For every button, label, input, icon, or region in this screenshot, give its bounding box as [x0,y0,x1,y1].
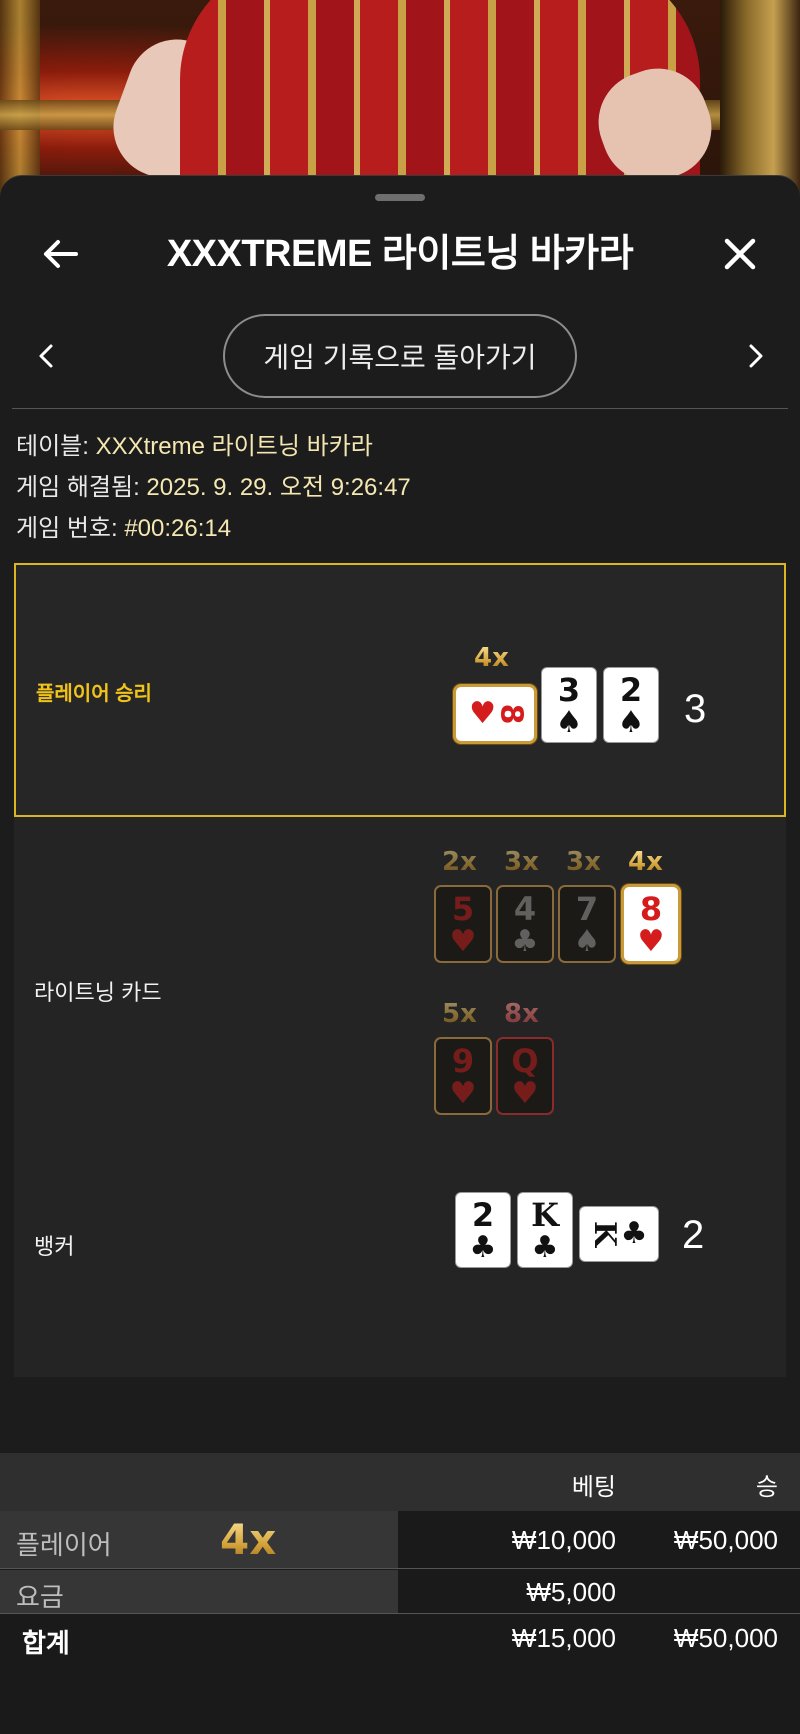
next-round-button[interactable] [736,332,776,380]
card-suit: ♥ [449,1076,477,1111]
card-suit: ♣ [531,1230,559,1265]
close-icon [724,238,756,270]
table-value: XXXtreme 라이트닝 바카라 [95,433,373,460]
divider [12,408,788,409]
lightning-multiplier: 8x [504,999,539,1029]
bet-amount: ₩10,000 [511,1525,616,1555]
banker-result-panel: 뱅커 2 ♣ K ♣ K ♣ 2 [14,1127,786,1377]
page-title: XXXTREME 라이트닝 바카라 [166,233,634,275]
chevron-left-icon [39,344,53,368]
lightning-multiplier-active: 4x [628,847,663,877]
sheet-grabber[interactable] [375,194,425,201]
banker-card: 2 ♣ [456,1193,510,1267]
card-suit: ♠ [555,705,583,740]
card-rank: K [586,1220,622,1248]
lightning-cards-label: 라이트닝 카드 [34,980,162,1005]
lightning-card-active: 8 ♥ [624,887,678,961]
card-rank: 2 [471,1196,495,1234]
lightning-multiplier: 2x [442,847,477,877]
player-card: 2 ♠ [604,668,658,742]
card-suit: ♠ [617,705,645,740]
player-card: 3 ♠ [542,668,596,742]
lightning-multiplier: 3x [504,847,539,877]
player-win-label: 플레이어 승리 [36,683,152,705]
bet-name: 요금 [16,1582,64,1612]
bet-amount: ₩5,000 [526,1577,616,1607]
lightning-card: 9 ♥ [436,1039,490,1113]
card-rank: 4 [513,890,537,928]
card-suit: ♣ [511,924,539,959]
card-suit: ♠ [573,924,601,959]
card-rank: 8 [493,703,529,725]
player-result-panel: 플레이어 승리 4x ♥ 8 3 ♠ 2 ♠ 3 [14,563,786,817]
table-row-total: 합계 ₩15,000 ₩50,000 [0,1615,800,1665]
table-info-line: 테이블: XXXtreme 라이트닝 바카라 [16,426,411,467]
player-score: 3 [684,687,707,731]
total-bet-amount: ₩15,000 [511,1623,616,1653]
back-button[interactable] [36,230,84,278]
resolved-label: 게임 해결됨: [16,474,140,501]
card-rank: 2 [619,671,643,709]
total-label: 합계 [22,1628,70,1658]
lightning-multiplier: 3x [566,847,601,877]
banker-label: 뱅커 [34,1234,75,1259]
bets-table-header: 베팅 승 [0,1453,800,1511]
close-button[interactable] [716,230,764,278]
chevron-right-icon [749,344,763,368]
lightning-card: 5 ♥ [436,887,490,961]
game-number-value: #00:26:14 [124,515,232,542]
win-amount: ₩50,000 [673,1525,778,1555]
lightning-card: 4 ♣ [498,887,552,961]
card-rank: 7 [575,890,599,928]
bet-name: 플레이어 [16,1530,112,1560]
card-suit: ♥ [637,924,665,959]
win-column-header: 승 [755,1474,778,1501]
player-card-multiplier: 4x [474,643,509,673]
lightning-card: 7 ♠ [560,887,614,961]
card-rank: K [531,1196,559,1234]
banker-card-side: K ♣ [580,1207,658,1261]
lightning-card: Q ♥ [498,1039,552,1113]
previous-round-button[interactable] [26,332,66,380]
sheet-header: XXXTREME 라이트닝 바카라 [0,216,800,296]
back-to-history-button[interactable]: 게임 기록으로 돌아가기 [223,314,577,398]
lightning-cards-panel: 라이트닝 카드 2x 5 ♥ 3x 4 ♣ 3x 7 ♠ 4x 8 ♥ 5x 9… [14,817,786,1127]
resolved-value: 2025. 9. 29. 오전 9:26:47 [146,474,411,501]
bets-table: 베팅 승 플레이어 4x ₩10,000 ₩50,000 요금 ₩5,000 합… [0,1453,800,1734]
player-card-side: ♥ 8 [456,687,534,741]
video-pillar-right [720,0,800,200]
card-rank: 3 [557,671,581,709]
lightning-multiplier: 5x [442,999,477,1029]
card-suit: ♥ [449,924,477,959]
table-row: 요금 ₩5,000 [0,1570,800,1614]
game-number-label: 게임 번호: [16,515,118,542]
card-rank: 5 [451,890,475,928]
total-win-amount: ₩50,000 [673,1623,778,1653]
live-video-backdrop [0,0,800,200]
card-suit: ♥ [511,1076,539,1111]
arrow-left-icon [44,240,78,268]
table-label: 테이블: [16,433,89,460]
card-rank: Q [511,1042,539,1080]
card-suit: ♣ [469,1230,497,1265]
card-suit: ♣ [620,1216,648,1251]
game-info: 테이블: XXXtreme 라이트닝 바카라 게임 해결됨: 2025. 9. … [16,426,411,549]
table-row: 플레이어 4x ₩10,000 ₩50,000 [0,1511,800,1569]
bet-column-header: 베팅 [571,1474,616,1501]
resolved-info-line: 게임 해결됨: 2025. 9. 29. 오전 9:26:47 [16,467,411,508]
round-navigation: 게임 기록으로 돌아가기 [0,314,800,398]
game-number-line: 게임 번호: #00:26:14 [16,508,411,549]
bet-multiplier: 4x [220,1515,277,1564]
card-rank: 9 [451,1042,475,1080]
banker-card: K ♣ [518,1193,572,1267]
banker-score: 2 [682,1213,705,1257]
card-rank: 8 [639,890,663,928]
